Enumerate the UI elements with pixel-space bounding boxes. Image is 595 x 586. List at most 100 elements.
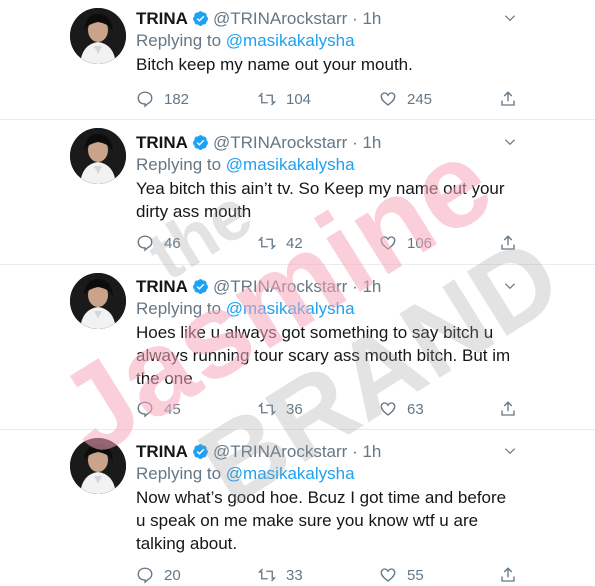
tweet-feed: TRINA @TRINArockstarr · 1h Replying to @m…: [0, 0, 595, 584]
avatar[interactable]: [70, 8, 126, 64]
retweet-count: 33: [286, 567, 303, 584]
separator-dot: ·: [352, 442, 358, 461]
verified-badge-icon: [193, 279, 208, 294]
reply-count: 45: [164, 401, 181, 418]
retweet-icon: [257, 402, 277, 416]
replying-to: Replying to @masikakalysha: [136, 463, 575, 485]
tweet-header: TRINA @TRINArockstarr · 1h: [136, 8, 575, 30]
timestamp[interactable]: 1h: [362, 277, 381, 296]
reply-icon: [137, 567, 153, 584]
retweet-icon: [257, 568, 277, 582]
chevron-down-icon[interactable]: [503, 444, 517, 458]
like-count: 106: [407, 235, 433, 252]
like-button[interactable]: 63: [379, 400, 424, 420]
retweet-button[interactable]: 42: [257, 234, 303, 254]
like-button[interactable]: 245: [379, 90, 432, 110]
verified-badge-icon: [193, 444, 208, 459]
share-icon: [501, 401, 515, 416]
chevron-down-icon[interactable]: [503, 279, 517, 293]
chevron-down-icon[interactable]: [503, 11, 517, 25]
tweet-header: TRINA @TRINArockstarr · 1h: [136, 441, 575, 463]
heart-icon: [380, 236, 396, 250]
tweet-actions: 182 104 245: [136, 90, 536, 110]
verified-badge-icon: [193, 135, 208, 150]
avatar-image: [70, 8, 126, 64]
share-button[interactable]: [499, 90, 517, 110]
user-handle[interactable]: @TRINArockstarr: [213, 277, 347, 296]
separator-dot: ·: [352, 277, 358, 296]
replying-to: Replying to @masikakalysha: [136, 154, 575, 176]
avatar[interactable]: [70, 128, 126, 184]
reply-button[interactable]: 182: [136, 90, 189, 110]
heart-icon: [380, 568, 396, 582]
like-button[interactable]: 106: [379, 234, 432, 254]
tweet[interactable]: TRINA @TRINArockstarr · 1h Replying to @m…: [0, 430, 595, 584]
heart-icon: [380, 92, 396, 106]
retweet-icon: [257, 92, 277, 106]
tweet-text: Yea bitch this ain’t tv. So Keep my name…: [136, 179, 505, 221]
tweet-header: TRINA @TRINArockstarr · 1h: [136, 132, 575, 154]
tweet-text: Hoes like u always got something to say …: [136, 323, 511, 388]
verified-badge-icon: [193, 11, 208, 26]
display-name[interactable]: TRINA: [136, 277, 188, 296]
retweet-button[interactable]: 33: [257, 566, 303, 586]
tweet-actions: 20 33 55: [136, 566, 536, 586]
mention-link[interactable]: @masikakalysha: [226, 464, 355, 483]
retweet-icon: [257, 236, 277, 250]
timestamp[interactable]: 1h: [362, 9, 381, 28]
share-icon: [501, 91, 515, 106]
reply-button[interactable]: 45: [136, 400, 181, 420]
mention-link[interactable]: @masikakalysha: [226, 155, 355, 174]
like-count: 55: [407, 567, 424, 584]
replying-prefix: Replying to: [136, 155, 222, 174]
display-name[interactable]: TRINA: [136, 133, 188, 152]
reply-button[interactable]: 20: [136, 566, 181, 586]
like-button[interactable]: 55: [379, 566, 424, 586]
avatar[interactable]: [70, 273, 126, 329]
separator-dot: ·: [352, 133, 358, 152]
reply-count: 182: [164, 91, 190, 108]
avatar[interactable]: [70, 438, 126, 494]
like-count: 245: [407, 91, 433, 108]
tweet-actions: 46 42 106: [136, 234, 536, 254]
reply-count: 20: [164, 567, 181, 584]
tweet[interactable]: TRINA @TRINArockstarr · 1h Replying to @m…: [0, 265, 595, 430]
replying-prefix: Replying to: [136, 31, 222, 50]
reply-count: 46: [164, 235, 181, 252]
reply-icon: [137, 91, 153, 108]
share-button[interactable]: [499, 566, 517, 586]
reply-icon: [137, 235, 153, 252]
tweet-actions: 45 36 63: [136, 400, 536, 420]
mention-link[interactable]: @masikakalysha: [226, 31, 355, 50]
retweet-button[interactable]: 104: [257, 90, 312, 110]
display-name[interactable]: TRINA: [136, 9, 188, 28]
avatar-image: [70, 128, 126, 184]
reply-icon: [137, 401, 153, 418]
reply-button[interactable]: 46: [136, 234, 181, 254]
share-button[interactable]: [499, 234, 517, 254]
mention-link[interactable]: @masikakalysha: [226, 299, 355, 318]
timestamp[interactable]: 1h: [362, 133, 381, 152]
retweet-button[interactable]: 36: [257, 400, 303, 420]
replying-prefix: Replying to: [136, 299, 222, 318]
retweet-count: 42: [286, 235, 303, 252]
tweet-text: Bitch keep my name out your mouth.: [136, 55, 413, 74]
retweet-count: 104: [286, 91, 312, 108]
replying-to: Replying to @masikakalysha: [136, 298, 575, 320]
tweet[interactable]: TRINA @TRINArockstarr · 1h Replying to @m…: [0, 120, 595, 265]
share-button[interactable]: [499, 400, 517, 420]
like-count: 63: [407, 401, 424, 418]
display-name[interactable]: TRINA: [136, 442, 188, 461]
user-handle[interactable]: @TRINArockstarr: [213, 442, 347, 461]
tweet-text: Now what’s good hoe. Bcuz I got time and…: [136, 488, 507, 553]
avatar-image: [70, 438, 126, 494]
separator-dot: ·: [352, 9, 358, 28]
share-icon: [501, 235, 515, 250]
heart-icon: [380, 402, 396, 416]
user-handle[interactable]: @TRINArockstarr: [213, 133, 347, 152]
retweet-count: 36: [286, 401, 303, 418]
tweet[interactable]: TRINA @TRINArockstarr · 1h Replying to @m…: [0, 0, 595, 120]
user-handle[interactable]: @TRINArockstarr: [213, 9, 347, 28]
chevron-down-icon[interactable]: [503, 135, 517, 149]
timestamp[interactable]: 1h: [362, 442, 381, 461]
